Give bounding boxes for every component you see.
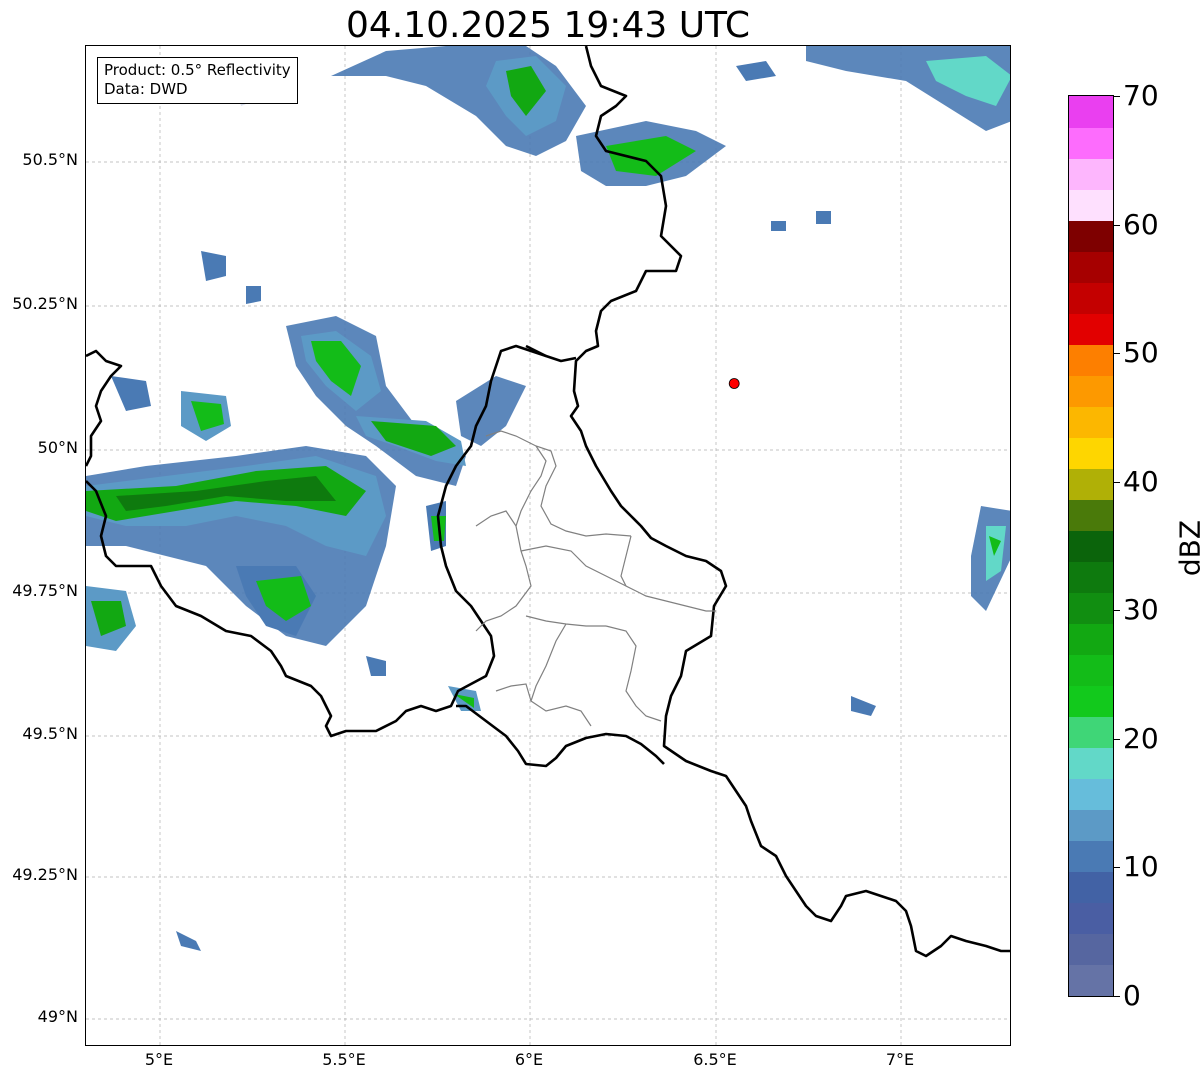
colorbar-tick-label: 0: [1123, 979, 1141, 1012]
colorbar-step: [1069, 902, 1113, 935]
map-title: 04.10.2025 19:43 UTC: [345, 5, 751, 46]
longitude-tick-label: 7°E: [885, 1050, 915, 1069]
colorbar-step: [1069, 220, 1113, 252]
latitude-tick-label: 49.25°N: [12, 865, 78, 884]
colorbar-step: [1069, 933, 1113, 966]
colorbar-step: [1069, 96, 1113, 128]
colorbar-step: [1069, 344, 1113, 376]
latitude-tick-label: 49.75°N: [12, 581, 78, 600]
colorbar-step: [1069, 127, 1113, 159]
longitude-tick-label: 6.5°E: [693, 1050, 737, 1069]
latitude-tick-label: 50.5°N: [22, 150, 78, 169]
colorbar-step: [1069, 964, 1113, 996]
colorbar-tick-label: 40: [1123, 464, 1159, 498]
colorbar-step: [1069, 592, 1113, 625]
colorbar-step: [1069, 499, 1113, 531]
colorbar-tick-label: 10: [1123, 850, 1159, 884]
latitude-tick-label: 49°N: [37, 1007, 78, 1026]
colorbar-label: dBZ: [1173, 519, 1202, 577]
colorbar-step: [1069, 809, 1113, 842]
colorbar-tickmark: [1114, 610, 1120, 612]
reflectivity-echoes: [86, 46, 1010, 951]
radar-map-svg: [86, 46, 1010, 1045]
colorbar-tickmark: [1114, 867, 1120, 869]
colorbar-step: [1069, 189, 1113, 221]
longitude-tick-label: 5.5°E: [322, 1050, 366, 1069]
latitude-tick-label: 50.25°N: [12, 294, 78, 313]
colorbar-tickmark: [1114, 481, 1120, 483]
colorbar-step: [1069, 654, 1113, 687]
colorbar-step: [1069, 437, 1113, 469]
colorbar-step: [1069, 530, 1113, 562]
colorbar-step: [1069, 158, 1113, 190]
colorbar-step: [1069, 716, 1113, 749]
radar-map[interactable]: [85, 45, 1011, 1046]
location-marker[interactable]: [728, 378, 740, 389]
colorbar-tickmark: [1114, 96, 1120, 97]
colorbar-step: [1069, 313, 1113, 345]
colorbar-step: [1069, 406, 1113, 438]
latitude-tick-label: 49.5°N: [22, 724, 78, 743]
colorbar-step: [1069, 251, 1113, 283]
colorbar-tick-label: 30: [1123, 593, 1159, 627]
colorbar-tick-label: 60: [1123, 207, 1159, 241]
colorbar-step: [1069, 778, 1113, 811]
longitude-tick-label: 6°E: [514, 1050, 544, 1069]
colorbar-step: [1069, 747, 1113, 780]
longitude-tick-label: 5°E: [144, 1050, 174, 1069]
colorbar-tick-label: 20: [1123, 721, 1159, 755]
colorbar-tickmark: [1114, 353, 1120, 355]
region-borders: [475, 430, 716, 727]
colorbar: [1068, 95, 1114, 997]
latitude-tick-label: 50°N: [37, 438, 78, 457]
colorbar-step: [1069, 685, 1113, 718]
colorbar-step: [1069, 561, 1113, 594]
colorbar-step: [1069, 375, 1113, 407]
colorbar-tickmark: [1114, 224, 1120, 226]
colorbar-tickmark: [1114, 996, 1120, 997]
product-info-box: Product: 0.5° Reflectivity Data: DWD: [97, 57, 298, 104]
colorbar-step: [1069, 871, 1113, 904]
product-line: Product: 0.5° Reflectivity: [104, 61, 291, 79]
colorbar-step: [1069, 282, 1113, 314]
data-source-line: Data: DWD: [104, 80, 188, 98]
colorbar-tickmark: [1114, 738, 1120, 740]
colorbar-step: [1069, 840, 1113, 873]
colorbar-step: [1069, 468, 1113, 500]
colorbar-tick-label: 50: [1123, 336, 1159, 370]
colorbar-tick-label: 70: [1123, 79, 1159, 112]
colorbar-step: [1069, 623, 1113, 656]
